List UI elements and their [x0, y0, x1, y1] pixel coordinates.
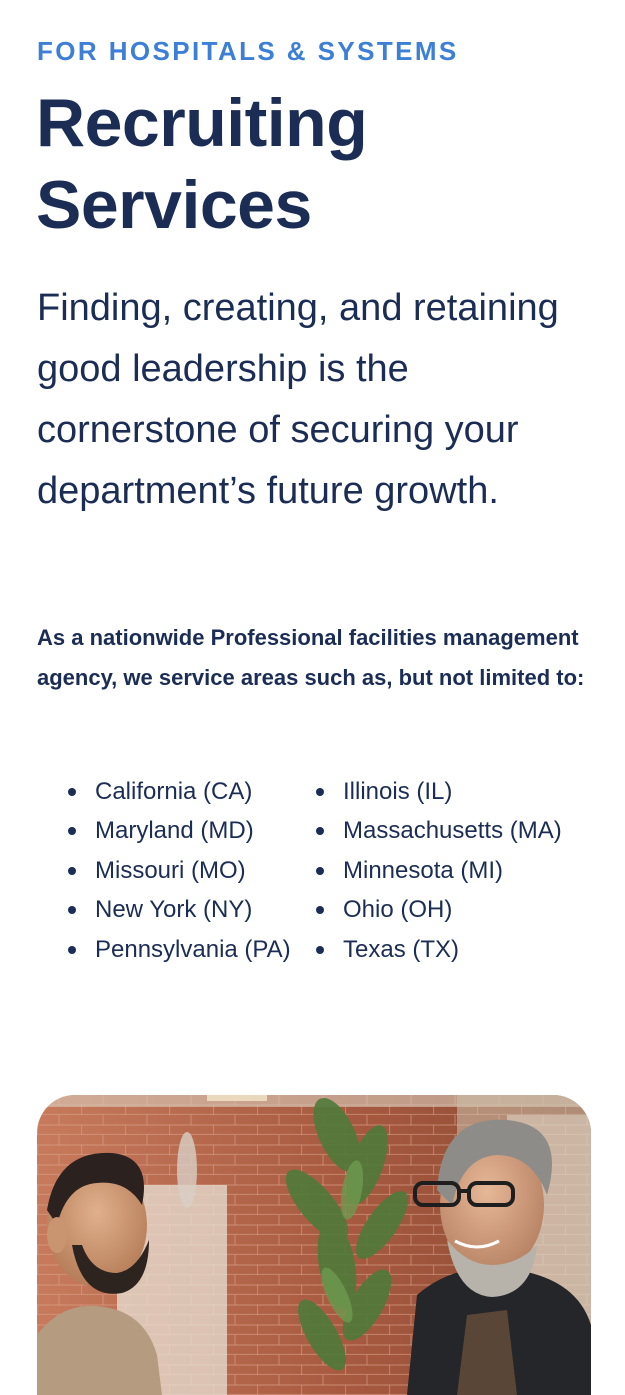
bullet-icon — [68, 866, 76, 875]
list-item: Texas (TX) — [316, 930, 596, 970]
state-label: Pennsylvania (PA) — [95, 935, 291, 963]
hero-photo — [37, 1095, 591, 1395]
state-label: Texas (TX) — [343, 935, 460, 963]
list-item: New York (NY) — [68, 891, 316, 931]
list-item: Missouri (MO) — [68, 851, 316, 891]
state-label: Illinois (IL) — [343, 777, 453, 805]
lead-paragraph: Finding, creating, and retaining good le… — [37, 287, 559, 512]
eyebrow-label: FOR HOSPITALS & SYSTEMS — [37, 36, 459, 66]
bullet-icon — [68, 906, 76, 915]
list-item: Pennsylvania (PA) — [68, 930, 316, 970]
state-label: California (CA) — [95, 777, 253, 805]
bullet-icon — [316, 906, 324, 915]
list-item: Massachusetts (MA) — [316, 812, 596, 852]
state-label: Minnesota (MI) — [343, 856, 504, 884]
list-item: Minnesota (MI) — [316, 851, 596, 891]
state-label: Maryland (MD) — [95, 817, 254, 845]
bullet-icon — [316, 827, 324, 836]
state-label: New York (NY) — [95, 896, 253, 924]
bullet-icon — [316, 945, 324, 954]
state-label: Missouri (MO) — [95, 856, 246, 884]
bullet-icon — [316, 866, 324, 875]
bullet-icon — [316, 787, 324, 796]
bullet-icon — [68, 787, 76, 796]
list-item: Ohio (OH) — [316, 891, 596, 931]
state-label: Ohio (OH) — [343, 896, 453, 924]
states-list: California (CA) Maryland (MD) Missouri (… — [68, 772, 608, 970]
list-item: Illinois (IL) — [316, 772, 596, 812]
list-item: California (CA) — [68, 772, 316, 812]
bullet-icon — [68, 827, 76, 836]
state-label: Massachusetts (MA) — [343, 817, 562, 845]
bullet-icon — [68, 945, 76, 954]
page-title: Recruiting Services — [36, 85, 368, 243]
list-item: Maryland (MD) — [68, 812, 316, 852]
service-intro: As a nationwide Professional facilities … — [37, 625, 585, 690]
